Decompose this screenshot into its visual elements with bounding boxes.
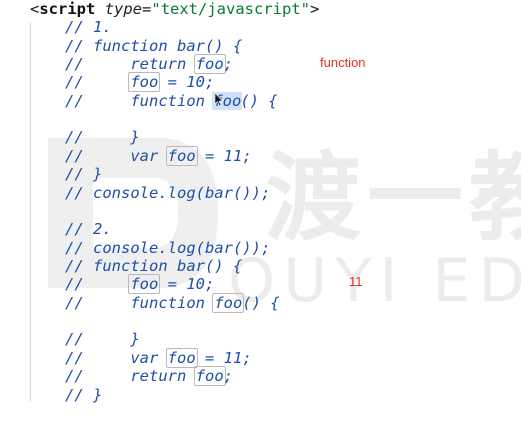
code-line: // return foo;: [65, 54, 233, 74]
watermark-chinese-text: 渡一教: [265, 142, 521, 254]
boxed-identifier: foo: [165, 146, 198, 166]
code-line: // function bar() {: [65, 257, 243, 275]
tag-close-bracket: >: [310, 0, 320, 18]
attr-value: "text/javascript": [151, 0, 310, 18]
code-editor-screenshot: 渡一教 OUYI EDUC <script type="text/javascr…: [0, 0, 521, 428]
code-text: //: [65, 73, 131, 91]
boxed-identifier: foo: [193, 366, 226, 386]
code-line: // var foo = 11;: [65, 348, 252, 368]
mouse-pointer-icon: [215, 93, 223, 107]
code-line: // function foo() {: [65, 293, 280, 313]
indent-guide: [30, 22, 31, 402]
code-line: // }: [65, 386, 103, 404]
code-text: // function: [65, 294, 215, 312]
attr-name: type: [104, 0, 143, 18]
code-text: ;: [223, 55, 233, 73]
code-text: // var: [65, 349, 168, 367]
code-line: // console.log(bar());: [65, 184, 271, 202]
code-text: // return: [65, 55, 196, 73]
boxed-identifier: foo: [128, 274, 161, 294]
boxed-identifier: foo: [165, 348, 198, 368]
boxed-identifier: foo: [193, 54, 226, 74]
code-line: // foo = 10;: [65, 72, 215, 92]
code-text: // return: [65, 367, 196, 385]
tag-open-bracket: <: [30, 0, 40, 18]
tag-name: script: [39, 0, 96, 18]
boxed-identifier: foo: [212, 293, 245, 313]
annotation-note: 11: [349, 274, 363, 289]
code-text: () {: [242, 294, 280, 312]
code-line: // }: [65, 330, 140, 348]
annotation-note: function: [320, 55, 366, 70]
code-line: // function foo() {: [65, 92, 278, 110]
code-line: // function bar() {: [65, 37, 243, 55]
code-text: = 11;: [195, 147, 252, 165]
code-text: = 11;: [195, 349, 252, 367]
code-text: = 10;: [158, 275, 215, 293]
code-line: // }: [65, 128, 140, 146]
boxed-identifier: foo: [128, 72, 161, 92]
code-line: // 1.: [65, 18, 112, 36]
code-text: ;: [223, 367, 233, 385]
code-text: = 10;: [158, 73, 215, 91]
code-text: // function: [65, 92, 215, 110]
code-line: // console.log(bar());: [65, 239, 271, 257]
attr-equals: =: [142, 0, 152, 18]
code-text: // var: [65, 147, 168, 165]
code-line: // }: [65, 165, 103, 183]
code-text: //: [65, 275, 131, 293]
code-line: // foo = 10;: [65, 274, 215, 294]
code-line: // var foo = 11;: [65, 146, 252, 166]
code-line: // 2.: [65, 220, 112, 238]
script-open-tag: <script type="text/javascript">: [30, 0, 319, 18]
code-text: () {: [240, 92, 278, 110]
code-line: // return foo;: [65, 366, 233, 386]
